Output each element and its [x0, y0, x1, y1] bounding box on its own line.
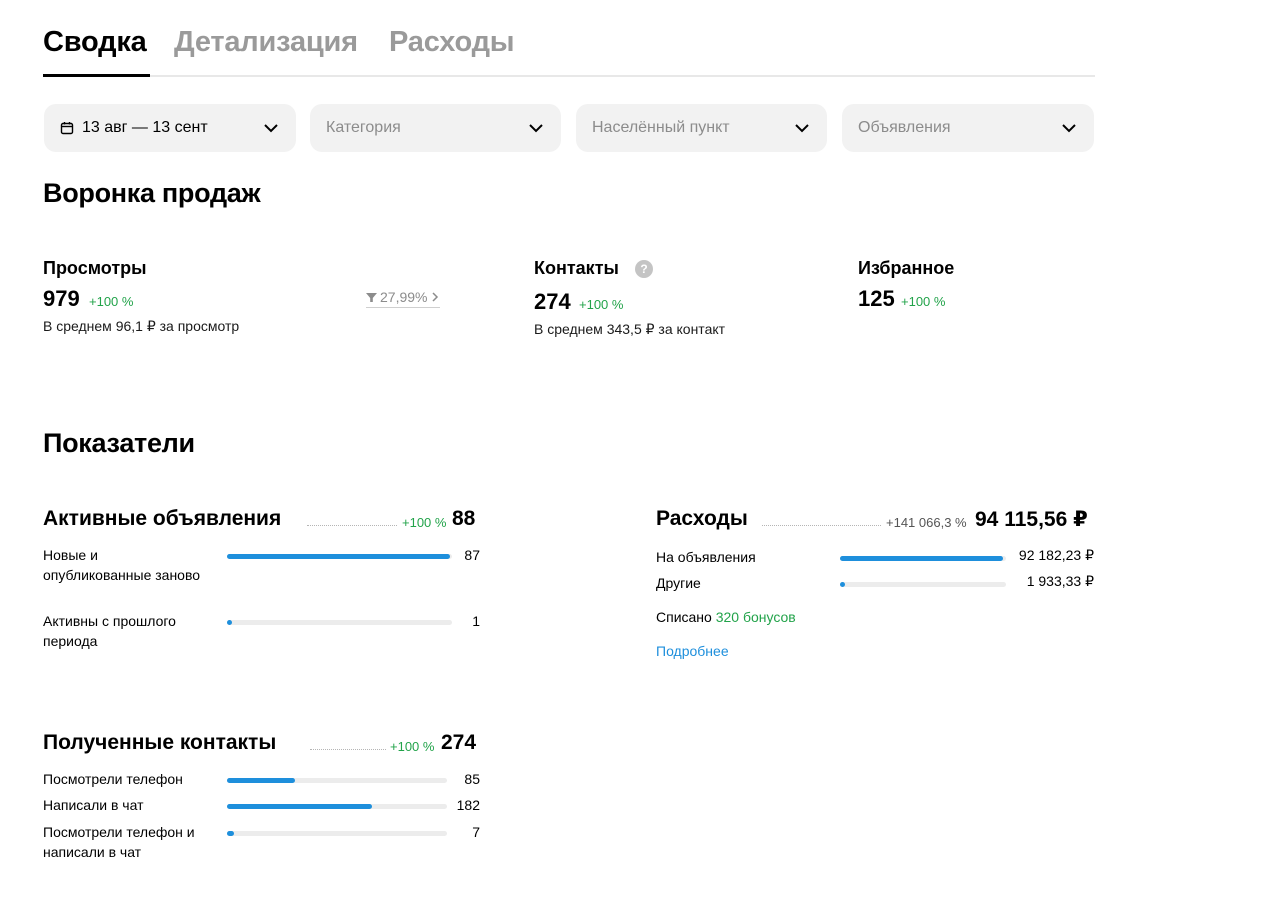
active-listings-value: 88	[452, 507, 476, 530]
bonus-link[interactable]: 320 бонусов	[716, 609, 796, 625]
active-tab-indicator	[43, 74, 150, 77]
row-label-active-prev: Активны с прошлого периода	[43, 613, 176, 649]
chevron-down-icon	[264, 124, 278, 133]
row-value-new-listings: 87	[464, 547, 480, 563]
progress-bar-wrote-chat	[227, 804, 447, 809]
help-icon[interactable]: ?	[635, 260, 653, 278]
written-off-label: Списано	[656, 609, 712, 625]
row-label-wrote-chat: Написали в чат	[43, 797, 144, 813]
location-select[interactable]: Населённый пункт	[576, 104, 827, 152]
tab-expenses[interactable]: Расходы	[389, 26, 515, 59]
dotted-leader	[762, 525, 881, 526]
date-range-value: 13 авг — 13 сент	[82, 119, 208, 136]
location-placeholder: Населённый пункт	[592, 119, 730, 136]
views-title: Просмотры	[43, 258, 147, 278]
expenses-delta: +141 066,3 %	[886, 515, 967, 530]
tab-bar: Сводка Детализация Расходы	[43, 22, 1095, 77]
chevron-down-icon	[529, 124, 543, 133]
indicators-heading: Показатели	[43, 428, 195, 458]
dotted-leader	[310, 749, 386, 750]
row-value-other-expenses: 1 933,33 ₽	[1026, 573, 1094, 589]
calendar-icon	[60, 122, 74, 135]
date-range-select[interactable]: 13 авг — 13 сент	[44, 104, 296, 152]
listings-placeholder: Объявления	[858, 119, 951, 136]
category-select[interactable]: Категория	[310, 104, 561, 152]
expenses-value: 94 115,56 ₽	[975, 508, 1088, 531]
views-conversion-value: 27,99%	[380, 289, 428, 305]
active-listings-title: Активные объявления	[43, 507, 282, 530]
progress-bar-other-expenses	[840, 582, 1006, 587]
row-label-new-listings: Новые и опубликованные заново	[43, 547, 201, 583]
contacts-delta: +100 %	[579, 297, 624, 312]
progress-bar-listing-expenses	[840, 556, 1006, 561]
listings-select[interactable]: Объявления	[842, 104, 1094, 152]
contacts-average: В среднем 343,5 ₽ за контакт	[534, 321, 726, 337]
row-value-viewed-phone: 85	[464, 771, 480, 787]
views-delta: +100 %	[89, 294, 134, 309]
favorites-value: 125	[858, 286, 895, 311]
progress-bar-phone-and-chat	[227, 831, 447, 836]
more-details-link[interactable]: Подробнее	[656, 643, 729, 659]
written-off-text: Списано 320 бонусов	[656, 607, 796, 627]
funnel-heading: Воронка продаж	[43, 178, 261, 208]
received-contacts-title: Полученные контакты	[43, 731, 277, 754]
tab-details[interactable]: Детализация	[174, 26, 358, 59]
views-value: 979	[43, 286, 80, 311]
progress-bar-active-prev	[227, 620, 452, 625]
row-label-listing-expenses: На объявления	[656, 549, 756, 565]
received-contacts-value: 274	[441, 731, 477, 754]
contacts-title: Контакты	[534, 258, 619, 278]
progress-bar-new-listings	[227, 554, 452, 559]
favorites-title: Избранное	[858, 258, 955, 278]
row-label-phone-and-chat: Посмотрели телефон и написали в чат	[43, 824, 195, 860]
tab-summary[interactable]: Сводка	[43, 26, 147, 59]
progress-bar-viewed-phone	[227, 778, 447, 783]
views-average: В среднем 96,1 ₽ за просмотр	[43, 318, 240, 334]
row-value-listing-expenses: 92 182,23 ₽	[1018, 547, 1094, 563]
category-placeholder: Категория	[326, 119, 401, 136]
funnel-icon	[366, 292, 377, 302]
chevron-down-icon	[1062, 124, 1076, 133]
row-value-wrote-chat: 182	[456, 797, 480, 813]
contacts-value: 274	[534, 289, 571, 314]
favorites-delta: +100 %	[901, 294, 946, 309]
row-label-viewed-phone: Посмотрели телефон	[43, 771, 183, 787]
row-value-active-prev: 1	[472, 613, 480, 629]
expenses-title: Расходы	[656, 507, 748, 530]
views-conversion-link[interactable]: 27,99%	[366, 289, 441, 308]
chevron-down-icon	[795, 124, 809, 133]
chevron-right-icon	[432, 292, 439, 302]
active-listings-delta: +100 %	[402, 515, 447, 530]
received-contacts-delta: +100 %	[390, 739, 435, 754]
dotted-leader	[307, 525, 397, 526]
row-value-phone-and-chat: 7	[472, 824, 480, 840]
row-label-other-expenses: Другие	[656, 575, 701, 591]
